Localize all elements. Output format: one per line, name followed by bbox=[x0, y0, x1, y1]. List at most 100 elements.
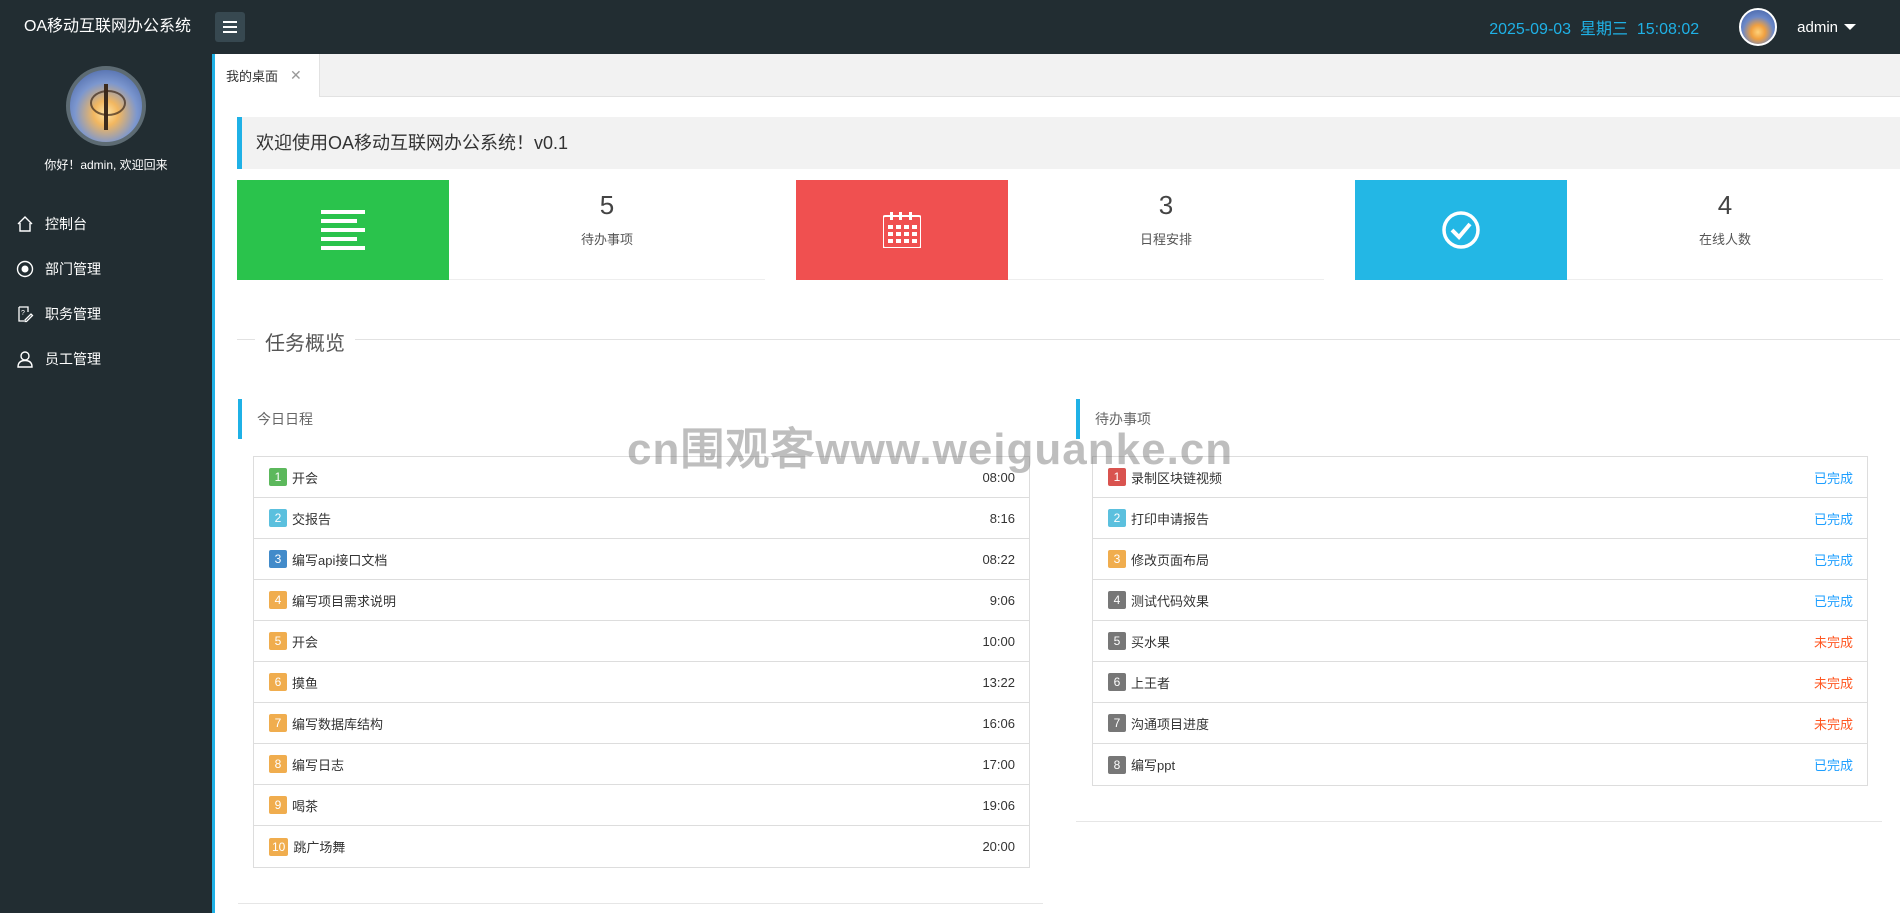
check-circle-icon bbox=[1355, 180, 1567, 280]
stat-card-todo[interactable]: 5 待办事项 bbox=[237, 180, 765, 280]
caret-down-icon bbox=[1844, 24, 1856, 30]
schedule-panel-title: 今日日程 bbox=[238, 399, 538, 439]
item-number-badge: 9 bbox=[269, 796, 287, 814]
item-status: 未完成 bbox=[1813, 634, 1853, 650]
app-title: OA移动互联网办公系统 bbox=[23, 18, 192, 35]
item-number-badge: 8 bbox=[269, 755, 287, 773]
item-title: 上王者 bbox=[1131, 675, 1171, 691]
close-icon[interactable]: ✕ bbox=[290, 67, 302, 84]
section-title: 任务概览 bbox=[237, 327, 1900, 356]
stat-value: 3 bbox=[1158, 190, 1174, 220]
item-title: 摸鱼 bbox=[292, 675, 319, 691]
tab-bar: 我的桌面 ✕ bbox=[218, 54, 1900, 97]
sidebar-avatar bbox=[66, 66, 146, 146]
list-item[interactable]: 6 摸鱼 13:22 bbox=[254, 662, 1029, 703]
item-number-badge: 2 bbox=[269, 509, 287, 527]
stat-body: 3 日程安排 bbox=[1008, 180, 1324, 280]
item-number-badge: 2 bbox=[1108, 509, 1126, 527]
calendar-icon bbox=[796, 180, 1008, 280]
item-title: 跳广场舞 bbox=[293, 840, 346, 855]
divider bbox=[238, 903, 1043, 904]
sidebar-greeting: 你好！admin, 欢迎回来 bbox=[44, 158, 168, 172]
item-title: 交报告 bbox=[292, 511, 332, 527]
sidebar-item-label: 部门管理 bbox=[45, 260, 101, 277]
edit-doc-icon: ? bbox=[15, 304, 35, 324]
stat-card-online[interactable]: 4 在线人数 bbox=[1355, 180, 1883, 280]
sidebar-item-dashboard[interactable]: 控制台 bbox=[0, 201, 212, 246]
hamburger-icon bbox=[223, 21, 237, 33]
list-item[interactable]: 4 测试代码效果 已完成 bbox=[1093, 580, 1867, 621]
item-status: 已完成 bbox=[1813, 758, 1853, 773]
sidebar: 你好！admin, 欢迎回来 控制台 部门管理 ? 职务管理 员工管理 bbox=[0, 54, 215, 913]
svg-text:?: ? bbox=[21, 310, 25, 317]
item-title: 开会 bbox=[292, 634, 319, 650]
item-number-badge: 6 bbox=[269, 673, 287, 691]
sidebar-item-label: 控制台 bbox=[45, 215, 87, 232]
header-avatar[interactable] bbox=[1739, 8, 1778, 46]
item-title: 测试代码效果 bbox=[1131, 593, 1210, 609]
home-icon bbox=[15, 214, 35, 234]
item-title: 沟通项目进度 bbox=[1131, 716, 1210, 732]
list-item[interactable]: 2 打印申请报告 已完成 bbox=[1093, 498, 1867, 539]
item-title: 编写数据库结构 bbox=[292, 716, 384, 732]
main-content: 欢迎使用OA移动互联网办公系统！v0.1 5 待办事项 3 日程安排 4 在线人… bbox=[218, 97, 1900, 913]
item-title: 打印申请报告 bbox=[1131, 511, 1210, 527]
list-icon bbox=[237, 180, 449, 280]
item-time: 20:00 bbox=[982, 839, 1015, 854]
todo-panel-title: 待办事项 bbox=[1076, 399, 1376, 439]
user-menu[interactable]: admin bbox=[1797, 19, 1856, 36]
stat-value: 5 bbox=[599, 190, 615, 220]
list-item[interactable]: 8 编写日志 17:00 bbox=[254, 744, 1029, 785]
item-time: 8:16 bbox=[989, 510, 1015, 526]
list-item[interactable]: 3 修改页面布局 已完成 bbox=[1093, 539, 1867, 580]
list-item[interactable]: 1 开会 08:00 bbox=[254, 457, 1029, 498]
item-title: 编写项目需求说明 bbox=[292, 593, 397, 609]
item-time: 13:22 bbox=[982, 674, 1015, 690]
item-time: 19:06 bbox=[982, 797, 1015, 813]
section-title-text: 任务概览 bbox=[255, 327, 355, 356]
stat-label: 日程安排 bbox=[1139, 232, 1192, 247]
item-number-badge: 7 bbox=[1108, 714, 1126, 732]
tab-my-desktop[interactable]: 我的桌面 ✕ bbox=[218, 54, 320, 97]
list-item[interactable]: 6 上王者 未完成 bbox=[1093, 662, 1867, 703]
stat-body: 4 在线人数 bbox=[1567, 180, 1883, 280]
list-item[interactable]: 3 编写api接口文档 08:22 bbox=[254, 539, 1029, 580]
list-item[interactable]: 1 录制区块链视频 已完成 bbox=[1093, 457, 1867, 498]
item-number-badge: 3 bbox=[1108, 550, 1126, 568]
stat-card-schedule[interactable]: 3 日程安排 bbox=[796, 180, 1324, 280]
list-item[interactable]: 5 买水果 未完成 bbox=[1093, 621, 1867, 662]
item-title: 编写ppt bbox=[1131, 758, 1176, 773]
radio-icon bbox=[15, 259, 35, 279]
list-item[interactable]: 7 编写数据库结构 16:06 bbox=[254, 703, 1029, 744]
welcome-banner: 欢迎使用OA移动互联网办公系统！v0.1 bbox=[237, 117, 1900, 169]
item-number-badge: 10 bbox=[269, 837, 289, 856]
list-item[interactable]: 10 跳广场舞 20:00 bbox=[254, 826, 1029, 867]
schedule-list: 1 开会 08:00 2 交报告 8:16 3 编写api接口文档 08:22 4 编写项目需求说明… bbox=[253, 456, 1030, 868]
sidebar-item-employees[interactable]: 员工管理 bbox=[0, 336, 212, 381]
item-status: 已完成 bbox=[1813, 593, 1853, 609]
list-item[interactable]: 8 编写ppt 已完成 bbox=[1093, 744, 1867, 785]
item-status: 未完成 bbox=[1813, 675, 1853, 691]
sidebar-item-departments[interactable]: 部门管理 bbox=[0, 246, 212, 291]
sidebar-item-positions[interactable]: ? 职务管理 bbox=[0, 291, 212, 336]
menu-toggle-button[interactable] bbox=[215, 12, 245, 42]
item-title: 编写日志 bbox=[292, 757, 345, 773]
list-item[interactable]: 4 编写项目需求说明 9:06 bbox=[254, 580, 1029, 621]
item-time: 17:00 bbox=[982, 756, 1015, 772]
item-time: 16:06 bbox=[982, 715, 1015, 731]
list-item[interactable]: 7 沟通项目进度 未完成 bbox=[1093, 703, 1867, 744]
list-item[interactable]: 5 开会 10:00 bbox=[254, 621, 1029, 662]
list-item[interactable]: 9 喝茶 19:06 bbox=[254, 785, 1029, 826]
item-number-badge: 7 bbox=[269, 714, 287, 732]
top-header: OA移动互联网办公系统 2025-09-03 星期三 15:08:02 admi… bbox=[0, 0, 1900, 54]
item-title: 买水果 bbox=[1131, 634, 1171, 650]
list-item[interactable]: 2 交报告 8:16 bbox=[254, 498, 1029, 539]
item-time: 08:00 bbox=[982, 469, 1015, 485]
todo-list: 1 录制区块链视频 已完成 2 打印申请报告 已完成 3 修改页面布局 已完成 4 测试代码效果 已完… bbox=[1092, 456, 1868, 786]
item-status: 已完成 bbox=[1813, 552, 1853, 568]
datetime-display: 2025-09-03 星期三 15:08:02 bbox=[1489, 21, 1700, 38]
item-number-badge: 4 bbox=[1108, 591, 1126, 609]
item-status: 未完成 bbox=[1813, 716, 1853, 732]
stat-value: 4 bbox=[1717, 190, 1733, 220]
item-title: 录制区块链视频 bbox=[1131, 470, 1223, 486]
